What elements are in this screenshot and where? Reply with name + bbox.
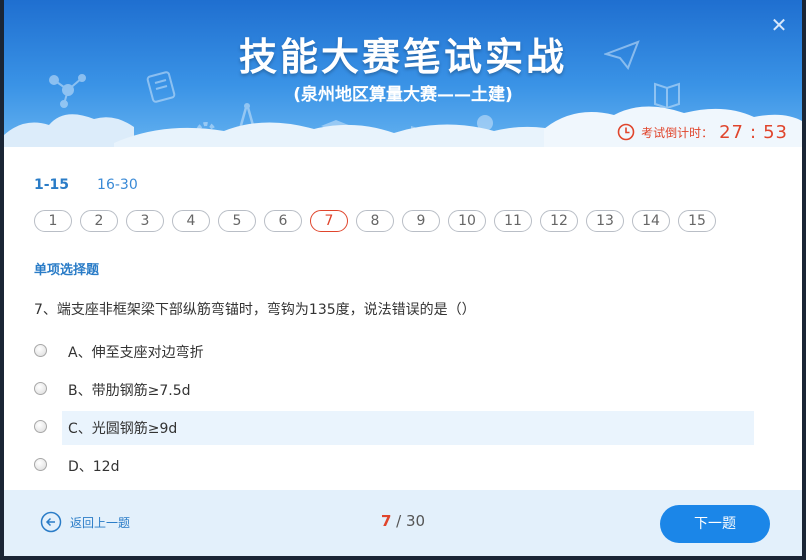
question-number-pill[interactable]: 15 bbox=[678, 210, 716, 232]
question-number-pill[interactable]: 1 bbox=[34, 210, 72, 232]
option-a[interactable]: A、伸至支座对边弯折 bbox=[34, 335, 754, 369]
footer-bar: 返回上一题 7 / 30 下一题 bbox=[4, 490, 802, 556]
timer-separator: : bbox=[750, 121, 758, 143]
progress-current: 7 bbox=[380, 512, 392, 530]
tab-range-1-15[interactable]: 1-15 bbox=[34, 177, 69, 193]
radio-button[interactable] bbox=[34, 344, 47, 357]
option-label: B、带肋钢筋≥7.5d bbox=[68, 383, 191, 399]
close-button[interactable]: ✕ bbox=[768, 14, 790, 36]
progress-total: 30 bbox=[405, 512, 426, 530]
question-number-pill[interactable]: 13 bbox=[586, 210, 624, 232]
question-panel: 1-15 16-30 1 2 3 4 5 6 7 8 9 10 11 12 13… bbox=[4, 155, 802, 490]
option-label: C、光圆钢筋≥9d bbox=[62, 411, 754, 445]
question-number-pill[interactable]: 11 bbox=[494, 210, 532, 232]
option-label: D、12d bbox=[68, 459, 120, 475]
next-question-button[interactable]: 下一题 bbox=[660, 505, 770, 543]
question-number-pill[interactable]: 5 bbox=[218, 210, 256, 232]
question-text: 7、端支座非框架梁下部纵筋弯锚时，弯钩为135度，说法错误的是（） bbox=[34, 302, 476, 318]
option-b[interactable]: B、带肋钢筋≥7.5d bbox=[34, 373, 754, 407]
progress-separator: / bbox=[391, 512, 406, 530]
timer-seconds: 53 bbox=[763, 121, 788, 143]
option-d[interactable]: D、12d bbox=[34, 449, 754, 483]
question-number-pill[interactable]: 2 bbox=[80, 210, 118, 232]
option-label: A、伸至支座对边弯折 bbox=[68, 345, 204, 361]
option-c[interactable]: C、光圆钢筋≥9d bbox=[34, 411, 754, 445]
question-number-pill[interactable]: 14 bbox=[632, 210, 670, 232]
clock-icon bbox=[617, 123, 635, 141]
timer-minutes: 27 bbox=[719, 121, 745, 143]
range-tabs: 1-15 16-30 bbox=[34, 177, 138, 193]
exam-modal: 技能大赛笔试实战 (泉州地区算量大赛——土建) ✕ 考试倒计时： 27 : 53… bbox=[4, 0, 802, 556]
question-number-pill[interactable]: 8 bbox=[356, 210, 394, 232]
radio-button[interactable] bbox=[34, 420, 47, 433]
timer-label: 考试倒计时： bbox=[641, 125, 714, 140]
radio-button[interactable] bbox=[34, 382, 47, 395]
banner: 技能大赛笔试实战 (泉州地区算量大赛——土建) ✕ 考试倒计时： 27 : 53 bbox=[4, 0, 802, 155]
countdown-timer: 考试倒计时： 27 : 53 bbox=[617, 120, 788, 144]
question-number-pill[interactable]: 6 bbox=[264, 210, 302, 232]
tab-range-16-30[interactable]: 16-30 bbox=[97, 177, 138, 193]
question-number-pill[interactable]: 10 bbox=[448, 210, 486, 232]
banner-title: 技能大赛笔试实战 bbox=[238, 35, 567, 79]
answer-options: A、伸至支座对边弯折 B、带肋钢筋≥7.5d C、光圆钢筋≥9d D、12d bbox=[34, 335, 754, 487]
question-number-pill[interactable]: 3 bbox=[126, 210, 164, 232]
question-number-pill[interactable]: 4 bbox=[172, 210, 210, 232]
section-title: 单项选择题 bbox=[34, 263, 100, 278]
question-number-pill[interactable]: 12 bbox=[540, 210, 578, 232]
question-number-pill-current[interactable]: 7 bbox=[310, 210, 348, 232]
radio-button[interactable] bbox=[34, 458, 47, 471]
question-number-list: 1 2 3 4 5 6 7 8 9 10 11 12 13 14 15 bbox=[34, 210, 716, 232]
question-number-pill[interactable]: 9 bbox=[402, 210, 440, 232]
